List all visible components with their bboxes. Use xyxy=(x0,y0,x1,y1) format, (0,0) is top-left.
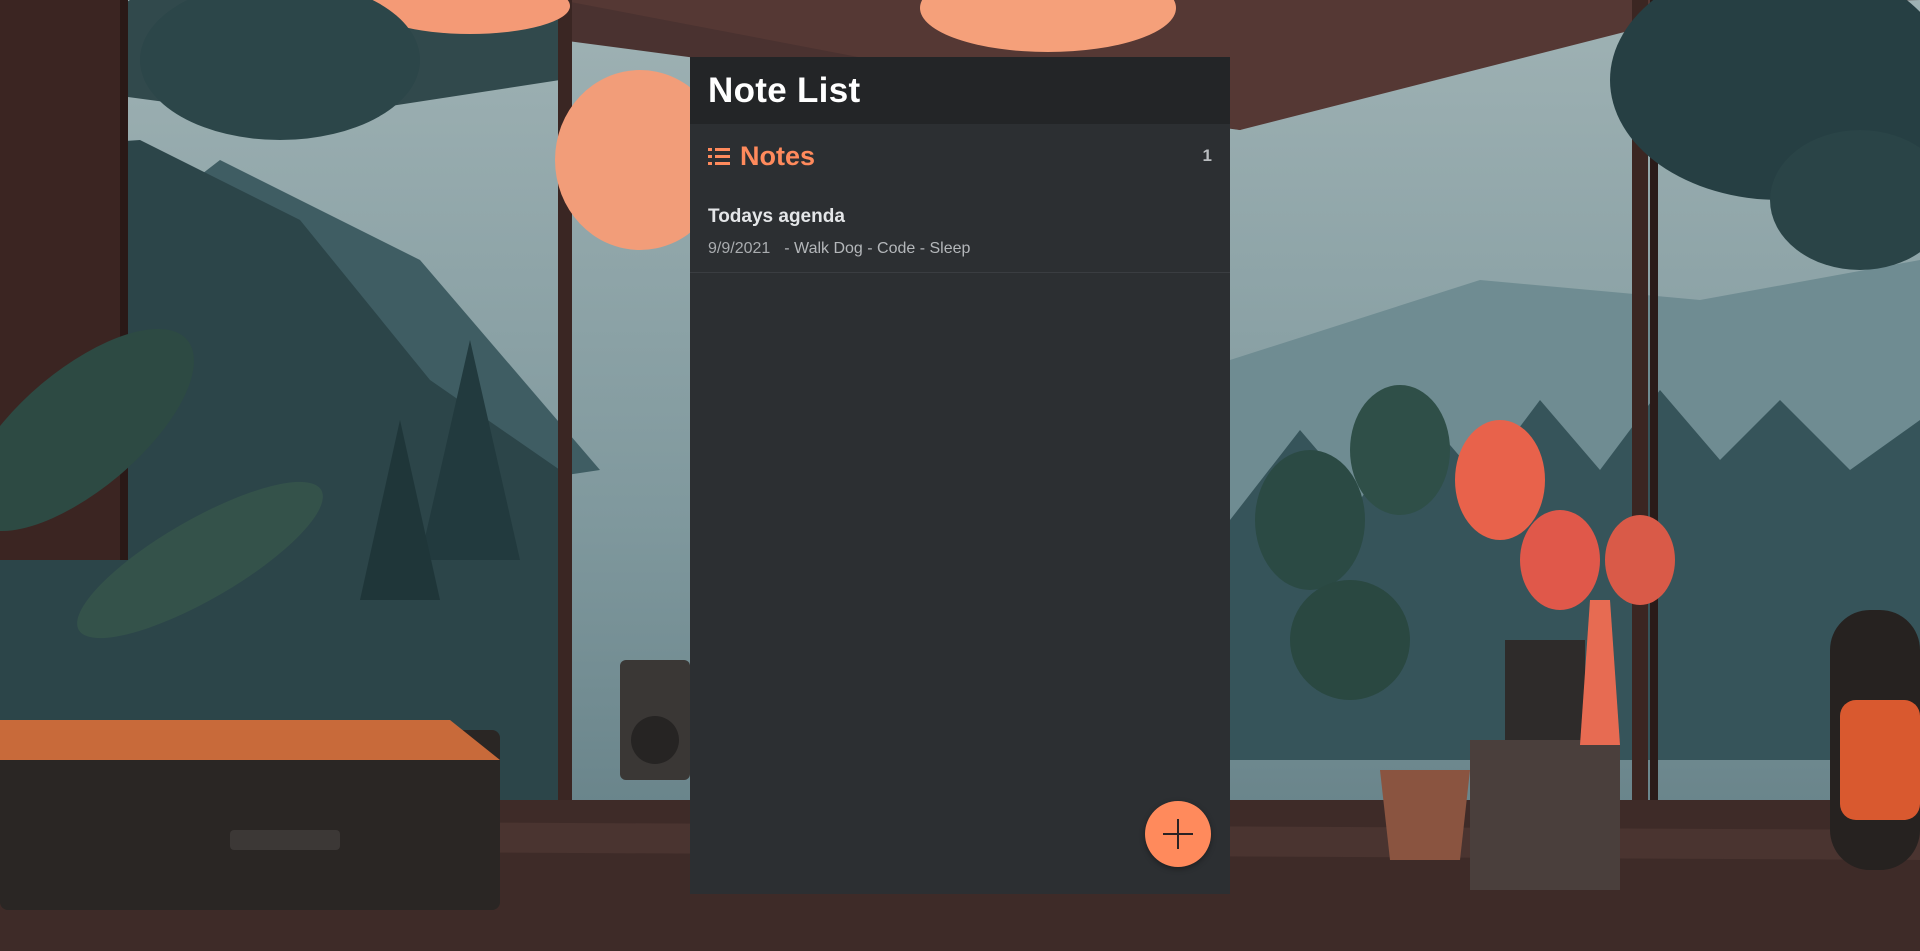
notes-section-label: Notes xyxy=(740,140,816,171)
note-title: Todays agenda xyxy=(708,206,845,227)
notes-count-badge: 1 xyxy=(1202,146,1212,165)
plus-icon xyxy=(1159,815,1197,853)
note-list-panel: Note List Notes 1 Todays agenda 9/9/2021… xyxy=(690,57,1230,894)
notes-section-title: Notes xyxy=(708,141,815,172)
note-preview: - Walk Dog - Code - Sleep xyxy=(784,240,971,257)
page-title: Note List xyxy=(708,70,861,110)
note-list-item[interactable]: Todays agenda 9/9/2021 - Walk Dog - Code… xyxy=(690,186,1230,273)
add-note-button[interactable] xyxy=(1145,801,1211,867)
list-icon xyxy=(708,145,730,167)
note-date: 9/9/2021 xyxy=(708,240,771,257)
panel-header: Note List xyxy=(690,57,1230,124)
note-meta: 9/9/2021 - Walk Dog - Code - Sleep xyxy=(708,240,1212,258)
notes-section-header: Notes 1 xyxy=(690,126,1230,186)
